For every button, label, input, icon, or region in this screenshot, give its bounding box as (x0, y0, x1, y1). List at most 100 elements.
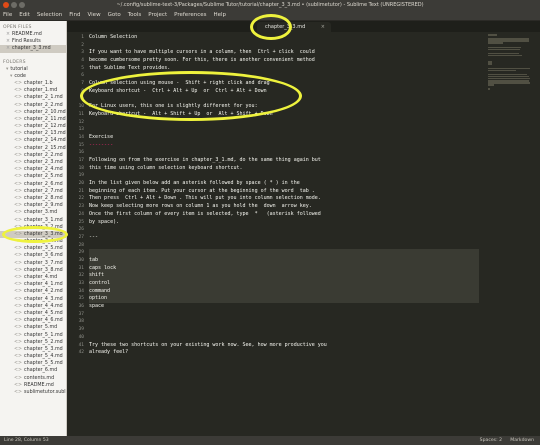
code-line[interactable]: For Linux users, this one is slightly di… (89, 103, 489, 111)
code-line[interactable]: --- (89, 234, 489, 242)
file-tree-item[interactable]: <> chapter_4_6.md (0, 317, 66, 324)
file-tree-item[interactable]: <> chapter_5_3.md (0, 346, 66, 353)
menu-item-selection[interactable]: Selection (37, 10, 62, 20)
code-line[interactable] (89, 242, 489, 250)
file-tree-item[interactable]: <> chapter_2_2.md (0, 102, 66, 109)
folder-tutorial[interactable]: ▾ tutorial (0, 66, 66, 73)
file-tree-item[interactable]: <> chapter_2_15.md (0, 145, 66, 152)
code-line[interactable]: Try these two shortcuts on your existing… (89, 342, 489, 350)
file-tree-item[interactable]: <> chapter_4_1.md (0, 281, 66, 288)
code-line[interactable]: option (89, 295, 479, 304)
code-line[interactable]: tab (89, 256, 479, 265)
code-line[interactable]: space (89, 303, 489, 311)
open-file-item[interactable]: × chapter_3_3.md (0, 45, 66, 53)
indentation-status[interactable]: Spaces: 2 (480, 436, 502, 445)
code-line[interactable] (89, 42, 489, 50)
code-area[interactable]: Column Selection If you want to have mult… (89, 34, 489, 357)
code-line[interactable]: Now keep selecting more rows on column 1… (89, 203, 489, 211)
folder-code[interactable]: ▾ code (0, 73, 66, 80)
file-tree-item[interactable]: <> chapter_3_1.md (0, 217, 66, 224)
menu-item-goto[interactable]: Goto (108, 10, 121, 20)
file-tree-item[interactable]: <> chapter_5_4.md (0, 353, 66, 360)
code-line[interactable]: Keyboard shortcut - Ctrl + Alt + Up or C… (89, 88, 489, 96)
file-tree-item[interactable]: <> chapter_2_14.md (0, 137, 66, 144)
code-line[interactable] (89, 149, 489, 157)
file-tree-item[interactable]: <> chapter_2_10.md (0, 109, 66, 116)
file-tree-item[interactable]: <> chapter_2_12.md (0, 123, 66, 130)
code-line[interactable]: command (89, 287, 479, 296)
file-tree-item[interactable]: <> chapter_1.md (0, 87, 66, 94)
menu-item-file[interactable]: File (3, 10, 12, 20)
file-tree-item[interactable]: <> README.md (0, 382, 66, 389)
close-file-icon[interactable]: × (6, 46, 10, 51)
file-tree-item[interactable]: <> chapter_1.b (0, 80, 66, 87)
code-line[interactable]: In the list given below add an asterisk … (89, 180, 489, 188)
file-tree-item[interactable]: <>sublimetutor.sublime-project (0, 389, 66, 396)
file-tree-item[interactable]: <> chapter_4_3.md (0, 296, 66, 303)
code-line[interactable]: control (89, 280, 479, 288)
code-line[interactable] (89, 318, 489, 326)
file-tree-item[interactable]: <> chapter_5_2.md (0, 339, 66, 346)
code-line[interactable] (89, 334, 489, 342)
file-tree-item[interactable]: <> chapter_2_5.md (0, 173, 66, 180)
code-line[interactable]: shift (89, 272, 479, 280)
menu-item-find[interactable]: Find (69, 10, 80, 20)
code-line[interactable]: this time using column selection keyboar… (89, 165, 489, 173)
code-line[interactable] (89, 326, 489, 334)
file-tree-item[interactable]: <> chapter_3_3.md (0, 230, 66, 239)
file-tree-item[interactable]: <> chapter_3_4.md (0, 238, 66, 245)
file-tree-item[interactable]: <> chapter_3_7.md (0, 260, 66, 267)
menu-item-edit[interactable]: Edit (19, 10, 30, 20)
menu-item-tools[interactable]: Tools (128, 10, 142, 20)
code-line[interactable] (89, 126, 489, 134)
file-tree-item[interactable]: <> chapter_5_1.md (0, 332, 66, 339)
minimap[interactable] (488, 34, 536, 94)
code-line[interactable]: already feel? (89, 349, 489, 357)
file-tree-item[interactable]: <> chapter_4.md (0, 274, 66, 281)
code-line[interactable]: Following on from the exercise in chapte… (89, 157, 489, 165)
code-line[interactable]: that Sublime Text provides. (89, 65, 489, 73)
code-line[interactable]: Column selection using mouse - Shift + r… (89, 80, 489, 88)
open-file-item[interactable]: × README.md (0, 31, 66, 38)
file-tree-item[interactable]: <> chapter_3_5.md (0, 245, 66, 252)
file-tree-item[interactable]: <> chapter_2_2.md (0, 152, 66, 159)
file-tree-item[interactable]: <> chapter_5_5.md (0, 360, 66, 367)
file-tree-item[interactable]: <> chapter_2_9.md (0, 202, 66, 209)
file-tree-item[interactable]: <> chapter_2_1.md (0, 94, 66, 101)
file-tree-item[interactable]: <> chapter_2_8.md (0, 195, 66, 202)
menu-item-project[interactable]: Project (148, 10, 167, 20)
close-tab-icon[interactable]: × (321, 22, 325, 32)
file-tree-item[interactable]: <> contents.md (0, 375, 66, 382)
file-tree-item[interactable]: <> chapter_2_4.md (0, 166, 66, 173)
code-line[interactable] (89, 249, 479, 257)
code-line[interactable] (89, 96, 489, 104)
file-tree-item[interactable]: <> chapter_4_2.md (0, 288, 66, 295)
tab-chapter-3-3[interactable]: chapter_3_3.md × (257, 22, 331, 32)
file-tree-item[interactable]: <> chapter_3_2.md (0, 224, 66, 231)
syntax-status[interactable]: Markdown (510, 436, 534, 445)
code-line[interactable]: caps lock (89, 264, 479, 273)
editor[interactable]: 1 2 3 4 5 6 7 8 9 10 11 12 13 14 15 16 17 18 19 20 21 22 23 24 2… (67, 32, 540, 436)
code-line[interactable]: Exercise (89, 134, 489, 142)
code-line[interactable] (89, 311, 489, 319)
file-tree-item[interactable]: <> chapter_2_6.md (0, 181, 66, 188)
file-tree-item[interactable]: <> chapter_3_8.md (0, 267, 66, 274)
code-line[interactable] (89, 226, 489, 234)
code-line[interactable]: -------- (89, 142, 489, 150)
code-line[interactable] (89, 72, 489, 80)
file-tree-item[interactable]: <> chapter_3_6.md (0, 252, 66, 259)
file-tree-item[interactable]: <> chapter_6.md (0, 367, 66, 374)
close-file-icon[interactable]: × (6, 32, 10, 37)
menu-item-view[interactable]: View (88, 10, 101, 20)
code-line[interactable]: Then press Ctrl + Alt + Down . This will… (89, 195, 489, 203)
code-line[interactable] (89, 172, 489, 180)
file-tree-item[interactable]: <> chapter_2_3.md (0, 159, 66, 166)
code-line[interactable]: Column Selection (89, 34, 489, 42)
code-line[interactable]: become cumbersome pretty soon. For this,… (89, 57, 489, 65)
code-line[interactable]: beginning of each item. Put your cursor … (89, 188, 489, 196)
code-line[interactable]: Once the first column of every item is s… (89, 211, 489, 219)
menu-item-preferences[interactable]: Preferences (174, 10, 206, 20)
code-line[interactable]: by space). (89, 219, 489, 227)
code-line[interactable]: Keyboard shortcut - Alt + Shift + Up or … (89, 111, 489, 119)
file-tree-item[interactable]: <> chapter_3.md (0, 209, 66, 216)
